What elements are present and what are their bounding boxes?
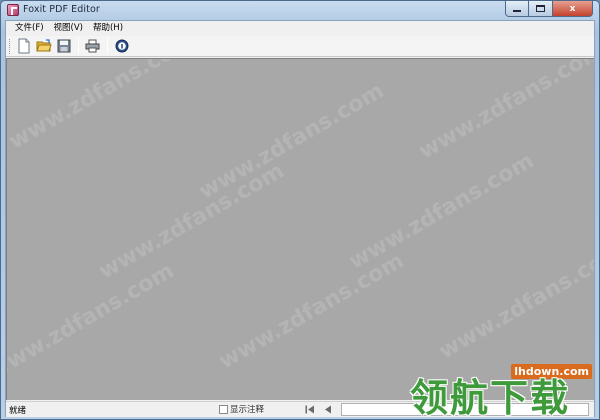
watermark-text: www.zdfans.com [214, 248, 409, 375]
maximize-icon [536, 5, 545, 12]
document-canvas[interactable]: www.zdfans.com www.zdfans.com www.zdfans… [6, 58, 594, 400]
app-window: Foxit PDF Editor x 文件(F) 视图(V) 帮助(H) www… [0, 0, 600, 420]
watermark-text: www.zdfans.com [6, 58, 199, 155]
toolbar [6, 36, 594, 57]
minimize-icon [513, 10, 521, 12]
menu-view[interactable]: 视图(V) [49, 21, 88, 36]
info-icon [115, 39, 128, 53]
show-annotations-toggle[interactable]: 显示注释 [219, 403, 264, 415]
watermark-text: www.zdfans.com [344, 148, 539, 275]
title-bar[interactable]: Foxit PDF Editor x [1, 1, 599, 20]
watermark-text: www.zdfans.com [194, 78, 389, 205]
toolbar-grip[interactable] [9, 38, 11, 54]
watermark-text: www.zdfans.com [6, 258, 179, 385]
caption-buttons: x [505, 1, 593, 18]
show-annotations-label: 显示注释 [230, 405, 265, 415]
site-logo-text: 领航下载 [409, 376, 570, 420]
show-annotations-checkbox[interactable] [219, 404, 228, 414]
save-button[interactable] [54, 37, 73, 55]
new-document-button[interactable] [14, 37, 33, 55]
close-icon: x [569, 3, 576, 14]
watermark-text: www.zdfans.com [94, 158, 289, 285]
menu-help[interactable]: 帮助(H) [88, 21, 128, 36]
toolbar-separator [78, 38, 79, 54]
close-button[interactable]: x [553, 1, 593, 17]
previous-page-button[interactable] [320, 403, 336, 416]
minimize-button[interactable] [505, 1, 529, 17]
save-disk-icon [57, 39, 70, 53]
previous-page-icon [325, 405, 331, 414]
first-page-icon [305, 405, 314, 414]
about-button[interactable] [112, 37, 131, 55]
toolbar-separator [107, 38, 108, 54]
open-folder-icon [35, 39, 52, 52]
menu-bar: 文件(F) 视图(V) 帮助(H) [6, 21, 594, 36]
first-page-button[interactable] [302, 403, 318, 416]
maximize-button[interactable] [529, 1, 553, 17]
foxit-app-icon[interactable] [7, 4, 19, 16]
open-button[interactable] [34, 37, 53, 55]
watermark-text: www.zdfans.com [434, 238, 594, 365]
new-document-icon [18, 38, 29, 54]
print-icon [85, 39, 100, 53]
window-title: Foxit PDF Editor [23, 4, 100, 15]
client-area: 文件(F) 视图(V) 帮助(H) www.zdfans.com www.zdf… [5, 20, 595, 417]
menu-file[interactable]: 文件(F) [10, 21, 49, 36]
watermark-text: www.zdfans.com [414, 58, 594, 165]
print-button[interactable] [83, 37, 102, 55]
status-text: 就绪 [9, 406, 27, 416]
